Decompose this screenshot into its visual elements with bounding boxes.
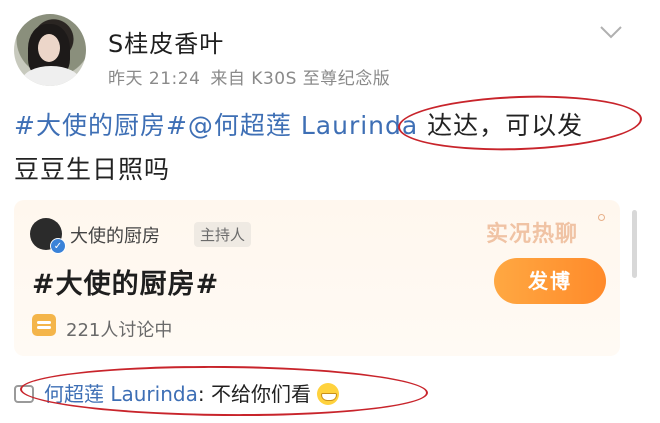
post-time: 昨天 21:24 <box>108 69 201 89</box>
card-title[interactable]: #大使的厨房# <box>32 262 219 301</box>
topic-link[interactable]: #大使的厨房# <box>14 111 188 140</box>
discussion-icon <box>32 314 56 336</box>
chevron-down-icon[interactable] <box>598 22 624 42</box>
scroll-indicator <box>632 210 637 278</box>
card-source-name[interactable]: 大使的厨房 <box>70 222 160 248</box>
verified-icon: ✓ <box>50 238 66 254</box>
post-source: 来自 K30S 至尊纪念版 <box>210 69 391 89</box>
host-tag: 主持人 <box>194 222 252 247</box>
post-button[interactable]: 发博 <box>494 258 606 304</box>
post-meta: 昨天 21:24 来自 K30S 至尊纪念版 <box>108 64 400 89</box>
discussion-count: 221人讨论中 <box>66 320 173 341</box>
topic-logo: ✓ <box>30 218 66 254</box>
username[interactable]: S桂皮香叶 <box>108 24 224 59</box>
avatar-face <box>38 34 60 62</box>
highlight-ellipse-comment <box>19 364 429 418</box>
live-chat-badge: 实况热聊 <box>486 222 579 247</box>
avatar[interactable] <box>14 14 86 86</box>
topic-card[interactable]: ✓ 大使的厨房 主持人 #大使的厨房# 221人讨论中 实况热聊 发博 <box>14 200 620 356</box>
mention-link[interactable]: @何超莲 Laurinda <box>188 111 418 140</box>
post-text-2: 豆豆生日照吗 <box>14 155 171 184</box>
avatar-body <box>22 66 80 86</box>
badge-dot-icon <box>598 214 605 221</box>
